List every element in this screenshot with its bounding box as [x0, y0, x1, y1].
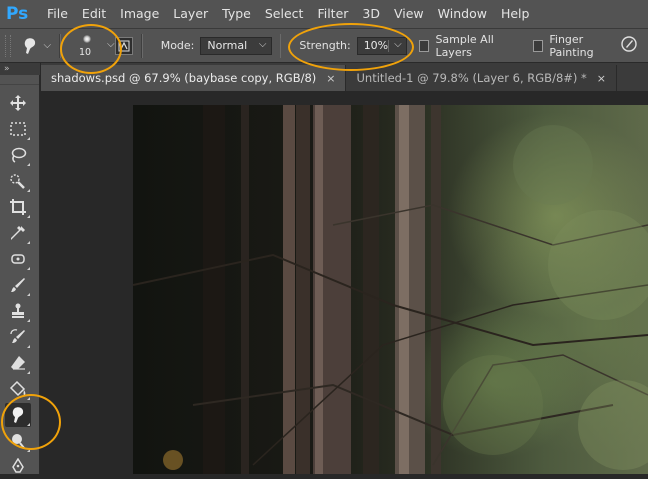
pen-tool-button[interactable] — [5, 455, 31, 479]
document-canvas-area[interactable] — [41, 91, 648, 474]
strength-input[interactable]: 10% ⌵ — [356, 36, 407, 55]
sample-all-layers-label: Sample All Layers — [435, 32, 494, 59]
eraser-icon — [11, 356, 25, 370]
smudge-icon — [12, 407, 24, 423]
brush-preset-picker[interactable]: 10 ⌵ — [69, 31, 115, 61]
menu-select[interactable]: Select — [258, 0, 311, 28]
separator — [59, 33, 61, 58]
clone-stamp-tool-button[interactable] — [5, 299, 31, 323]
quick-selection-icon — [10, 174, 25, 189]
forest-image — [133, 105, 648, 474]
close-icon[interactable]: × — [597, 72, 606, 85]
mode-label: Mode: — [160, 39, 195, 52]
menu-layer[interactable]: Layer — [166, 0, 215, 28]
dodge-icon — [12, 434, 25, 449]
mode-dropdown[interactable]: Normal ⌵ — [200, 36, 272, 55]
smudge-icon — [24, 37, 35, 54]
menu-help[interactable]: Help — [494, 0, 537, 28]
sample-all-layers-checkbox[interactable]: Sample All Layers — [418, 32, 521, 59]
close-icon[interactable]: × — [326, 72, 335, 85]
brush-size-value: 10 — [78, 46, 92, 58]
dodge-tool-button[interactable] — [5, 429, 31, 453]
finger-painting-label: Finger Painting — [549, 32, 594, 59]
divider — [387, 39, 389, 52]
options-bar-grip[interactable] — [5, 34, 11, 57]
separator — [279, 33, 282, 58]
menu-3d[interactable]: 3D — [355, 0, 387, 28]
photoshop-logo: Ps — [6, 4, 29, 24]
brush-panel-icon — [118, 40, 130, 51]
paint-bucket-tool-button[interactable] — [5, 377, 31, 401]
pen-pressure-icon — [621, 36, 637, 52]
move-tool-button[interactable] — [5, 91, 31, 115]
pen-icon — [12, 458, 24, 473]
eraser-tool-button[interactable] — [5, 351, 31, 375]
tools-panel — [0, 75, 40, 474]
brush-tool-button[interactable] — [5, 273, 31, 297]
marquee-icon — [10, 122, 26, 136]
stamp-icon — [12, 303, 24, 318]
toolbar-grip[interactable] — [0, 75, 39, 85]
tool-preset-picker[interactable]: ⌵ — [21, 36, 52, 56]
brush-icon — [11, 278, 25, 292]
menu-bar: Ps File Edit Image Layer Type Select Fil… — [0, 0, 648, 29]
eyedropper-tool-button[interactable] — [5, 221, 31, 245]
menu-image[interactable]: Image — [113, 0, 166, 28]
spot-healing-tool-button[interactable] — [5, 247, 31, 271]
crop-tool-button[interactable] — [5, 195, 31, 219]
menu-filter[interactable]: Filter — [310, 0, 355, 28]
strength-label: Strength: — [299, 39, 351, 52]
tab-label: Untitled-1 @ 79.8% (Layer 6, RGB/8#) * — [356, 71, 587, 85]
menu-view[interactable]: View — [387, 0, 431, 28]
checkbox-box[interactable] — [418, 39, 430, 52]
crop-icon — [10, 199, 26, 215]
history-brush-tool-button[interactable] — [5, 325, 31, 349]
menu-file[interactable]: File — [40, 0, 75, 28]
brush-tip-preview — [82, 34, 91, 43]
history-brush-icon — [10, 329, 25, 343]
strength-value: 10% — [363, 39, 389, 52]
eyedropper-icon — [11, 226, 25, 240]
tab-shadows-psd[interactable]: shadows.psd @ 67.9% (baybase copy, RGB/8… — [41, 65, 347, 91]
menu-edit[interactable]: Edit — [75, 0, 113, 28]
chevron-down-icon: ⌵ — [258, 38, 267, 50]
chevron-down-icon[interactable]: ⌵ — [394, 39, 402, 50]
toolbar-collapse-button[interactable]: » — [0, 63, 40, 75]
lasso-icon — [11, 147, 27, 163]
forest-photo[interactable] — [133, 105, 648, 474]
pen-pressure-button[interactable] — [620, 35, 638, 56]
lasso-tool-button[interactable] — [5, 143, 31, 167]
quick-selection-tool-button[interactable] — [5, 169, 31, 193]
chevron-down-icon: ⌵ — [106, 38, 115, 50]
marquee-tool-button[interactable] — [5, 117, 31, 141]
separator — [140, 33, 143, 58]
move-icon — [10, 95, 26, 111]
checkbox-box[interactable] — [532, 39, 544, 52]
options-bar: ⌵ 10 ⌵ Mode: Normal ⌵ Strength: 10% ⌵ Sa… — [0, 29, 648, 63]
chevron-down-icon: ⌵ — [43, 40, 52, 51]
mode-value: Normal — [207, 39, 248, 52]
menu-type[interactable]: Type — [215, 0, 258, 28]
tab-untitled-1[interactable]: Untitled-1 @ 79.8% (Layer 6, RGB/8#) * × — [346, 65, 618, 91]
brush-panel-toggle-button[interactable] — [115, 36, 133, 55]
tab-label: shadows.psd @ 67.9% (baybase copy, RGB/8… — [51, 71, 317, 85]
paint-bucket-icon — [9, 380, 26, 397]
smudge-tool-button[interactable] — [5, 403, 31, 427]
menu-window[interactable]: Window — [431, 0, 494, 28]
document-tabs: shadows.psd @ 67.9% (baybase copy, RGB/8… — [41, 63, 648, 91]
finger-painting-checkbox[interactable]: Finger Painting — [532, 32, 620, 59]
bandage-icon — [11, 254, 25, 264]
